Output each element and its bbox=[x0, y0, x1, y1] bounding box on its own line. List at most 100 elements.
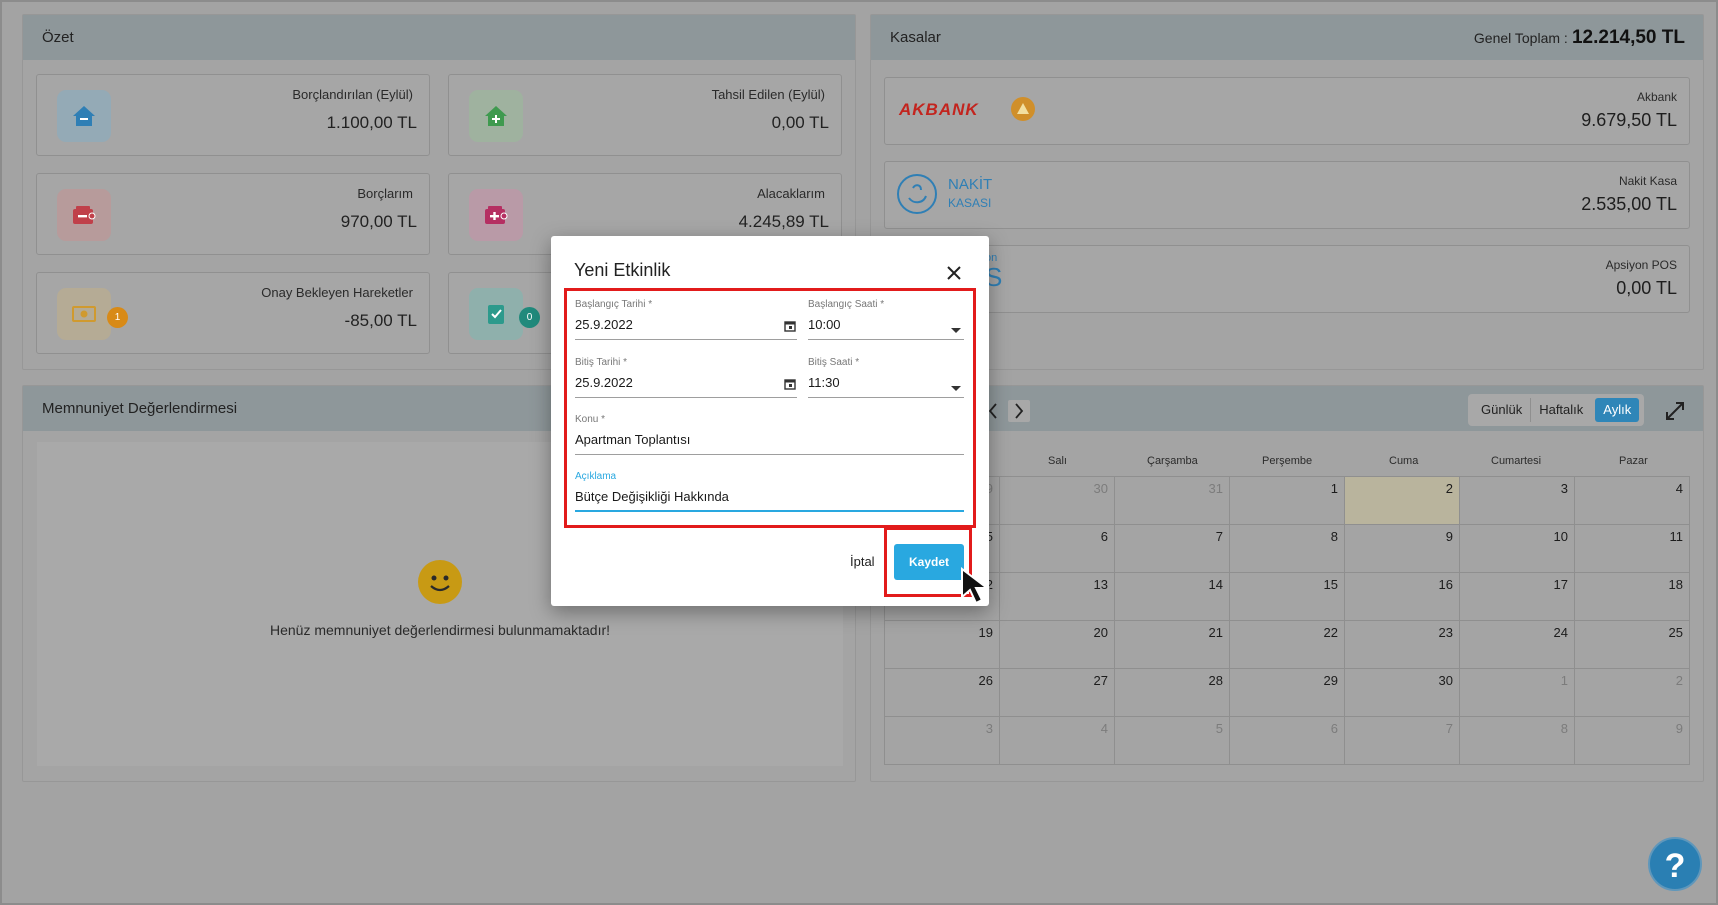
calendar-day[interactable]: 30 bbox=[1000, 477, 1115, 525]
start-time-label: Başlangıç Saati * bbox=[808, 299, 885, 310]
expand-icon[interactable] bbox=[1664, 400, 1686, 422]
calendar-next-button[interactable] bbox=[1008, 400, 1030, 422]
calendar-day[interactable]: 26 bbox=[885, 669, 1000, 717]
summary-card-charged[interactable]: Borçlandırılan (Eylül) 1.100,00 TL bbox=[36, 74, 430, 156]
card-value: 0,00 TL bbox=[771, 113, 829, 132]
kasa-value: 0,00 TL bbox=[1616, 278, 1677, 298]
calendar-day[interactable]: 9 bbox=[1575, 717, 1690, 765]
kasa-title: Akbank bbox=[1636, 90, 1677, 104]
mouse-pointer-icon bbox=[960, 566, 1000, 607]
summary-card-pending[interactable]: 1 Onay Bekleyen Hareketler -85,00 TL bbox=[36, 272, 430, 354]
view-weekly-button[interactable]: Haftalık bbox=[1531, 398, 1591, 422]
nakit-logo-line1: NAKİT bbox=[948, 176, 993, 193]
calendar-week: 26 27 28 29 30 1 2 bbox=[885, 669, 1690, 717]
calendar-day[interactable]: 6 bbox=[1000, 525, 1115, 573]
description-input[interactable]: Bütçe Değişikliği Hakkında bbox=[575, 489, 729, 504]
start-time-select[interactable]: 10:00 bbox=[808, 317, 841, 332]
chevron-down-icon[interactable] bbox=[950, 322, 962, 333]
calendar-day[interactable]: 31 bbox=[1115, 477, 1230, 525]
calendar-day[interactable]: 7 bbox=[1115, 525, 1230, 573]
calendar-day[interactable]: 24 bbox=[1460, 621, 1575, 669]
calendar-day[interactable]: 2 bbox=[1575, 669, 1690, 717]
card-title: Alacaklarım bbox=[757, 186, 825, 201]
calendar-day[interactable]: 3 bbox=[1460, 477, 1575, 525]
kasa-nakit[interactable]: NAKİT KASASI Nakit Kasa 2.535,00 TL bbox=[884, 161, 1690, 229]
calendar-day[interactable]: 13 bbox=[1000, 573, 1115, 621]
pending-count-badge: 1 bbox=[107, 307, 128, 328]
calendar-day[interactable]: 6 bbox=[1230, 717, 1345, 765]
calendar-icon[interactable] bbox=[784, 319, 796, 332]
subject-underline bbox=[575, 454, 964, 455]
nakit-logo-line2: KASASI bbox=[948, 196, 992, 210]
calendar-day[interactable]: 7 bbox=[1345, 717, 1460, 765]
calendar-day[interactable]: 21 bbox=[1115, 621, 1230, 669]
day-header-sat: Cumartesi bbox=[1491, 455, 1542, 467]
new-event-dialog: Yeni Etkinlik Başlangıç Tarihi * 25.9.20… bbox=[551, 236, 989, 606]
cancel-button[interactable]: İptal bbox=[850, 554, 875, 569]
card-value: 970,00 TL bbox=[340, 212, 417, 231]
calendar-day[interactable]: 29 bbox=[1230, 669, 1345, 717]
day-header-wed: Çarşamba bbox=[1147, 455, 1198, 467]
kasa-title: Apsiyon POS bbox=[1605, 258, 1677, 272]
kasa-akbank[interactable]: AKBANK Akbank 9.679,50 TL bbox=[884, 77, 1690, 145]
calendar-day[interactable]: 10 bbox=[1460, 525, 1575, 573]
dialog-title: Yeni Etkinlik bbox=[574, 260, 671, 280]
wallet-plus-icon bbox=[469, 189, 523, 241]
calendar-day[interactable]: 14 bbox=[1115, 573, 1230, 621]
calendar-day[interactable]: 16 bbox=[1345, 573, 1460, 621]
summary-card-debts[interactable]: Borçlarım 970,00 TL bbox=[36, 173, 430, 255]
calendar-day[interactable]: 5 bbox=[1115, 717, 1230, 765]
calendar-day[interactable]: 18 bbox=[1575, 573, 1690, 621]
view-monthly-button[interactable]: Aylık bbox=[1595, 398, 1640, 422]
calendar-day[interactable]: 3 bbox=[885, 717, 1000, 765]
kasa-value: 2.535,00 TL bbox=[1581, 194, 1677, 214]
calendar-day[interactable]: 17 bbox=[1460, 573, 1575, 621]
card-title: Borçlarım bbox=[357, 186, 413, 201]
calendar-week: 12 13 14 15 16 17 18 bbox=[885, 573, 1690, 621]
tasks-count-badge: 0 bbox=[519, 307, 540, 328]
close-icon[interactable] bbox=[945, 264, 963, 282]
calendar-day[interactable]: 30 bbox=[1345, 669, 1460, 717]
calendar-day[interactable]: 20 bbox=[1000, 621, 1115, 669]
checklist-icon bbox=[469, 288, 523, 340]
start-date-field[interactable]: 25.9.2022 bbox=[575, 317, 633, 332]
summary-card-collected[interactable]: Tahsil Edilen (Eylül) 0,00 TL bbox=[448, 74, 842, 156]
end-date-field[interactable]: 25.9.2022 bbox=[575, 375, 633, 390]
subject-input[interactable]: Apartman Toplantısı bbox=[575, 432, 690, 447]
calendar-day[interactable]: 25 bbox=[1575, 621, 1690, 669]
calendar-view-switcher: Günlük Haftalık Aylık bbox=[1468, 394, 1645, 426]
day-header-sun: Pazar bbox=[1619, 455, 1648, 467]
calendar-day[interactable]: 4 bbox=[1000, 717, 1115, 765]
card-title: Onay Bekleyen Hareketler bbox=[261, 285, 413, 300]
calendar-day[interactable]: 15 bbox=[1230, 573, 1345, 621]
help-button[interactable]: ? bbox=[1648, 837, 1702, 891]
card-title: Tahsil Edilen (Eylül) bbox=[711, 87, 825, 102]
grand-total-label: Genel Toplam : bbox=[1473, 30, 1568, 46]
wallet-minus-icon bbox=[57, 189, 111, 241]
smiley-icon bbox=[418, 560, 462, 604]
end-time-select[interactable]: 11:30 bbox=[808, 375, 840, 390]
calendar-day[interactable]: 27 bbox=[1000, 669, 1115, 717]
summary-title: Özet bbox=[23, 15, 855, 60]
calendar-day[interactable]: 19 bbox=[885, 621, 1000, 669]
calendar-day[interactable]: 28 bbox=[1115, 669, 1230, 717]
grand-total-value: 12.214,50 TL bbox=[1571, 27, 1685, 48]
kasa-apsiyon-pos[interactable]: on S Apsiyon POS 0,00 TL bbox=[884, 245, 1690, 313]
chevron-down-icon[interactable] bbox=[950, 380, 962, 391]
calendar-day[interactable]: 23 bbox=[1345, 621, 1460, 669]
calendar-icon[interactable] bbox=[784, 377, 796, 390]
calendar-day[interactable]: 8 bbox=[1460, 717, 1575, 765]
view-daily-button[interactable]: Günlük bbox=[1473, 398, 1532, 422]
calendar-week: 5 6 7 8 9 10 11 bbox=[885, 525, 1690, 573]
calendar-day[interactable]: 9 bbox=[1345, 525, 1460, 573]
calendar-day[interactable]: 1 bbox=[1460, 669, 1575, 717]
summary-card-tasks[interactable]: 0 bbox=[448, 272, 568, 354]
calendar-day[interactable]: 1 bbox=[1230, 477, 1345, 525]
calendar-day[interactable]: 8 bbox=[1230, 525, 1345, 573]
calendar-day-today[interactable]: 2 bbox=[1345, 477, 1460, 525]
calendar-day[interactable]: 11 bbox=[1575, 525, 1690, 573]
card-title: Borçlandırılan (Eylül) bbox=[292, 87, 413, 102]
save-button[interactable]: Kaydet bbox=[894, 544, 964, 580]
calendar-day[interactable]: 22 bbox=[1230, 621, 1345, 669]
calendar-day[interactable]: 4 bbox=[1575, 477, 1690, 525]
